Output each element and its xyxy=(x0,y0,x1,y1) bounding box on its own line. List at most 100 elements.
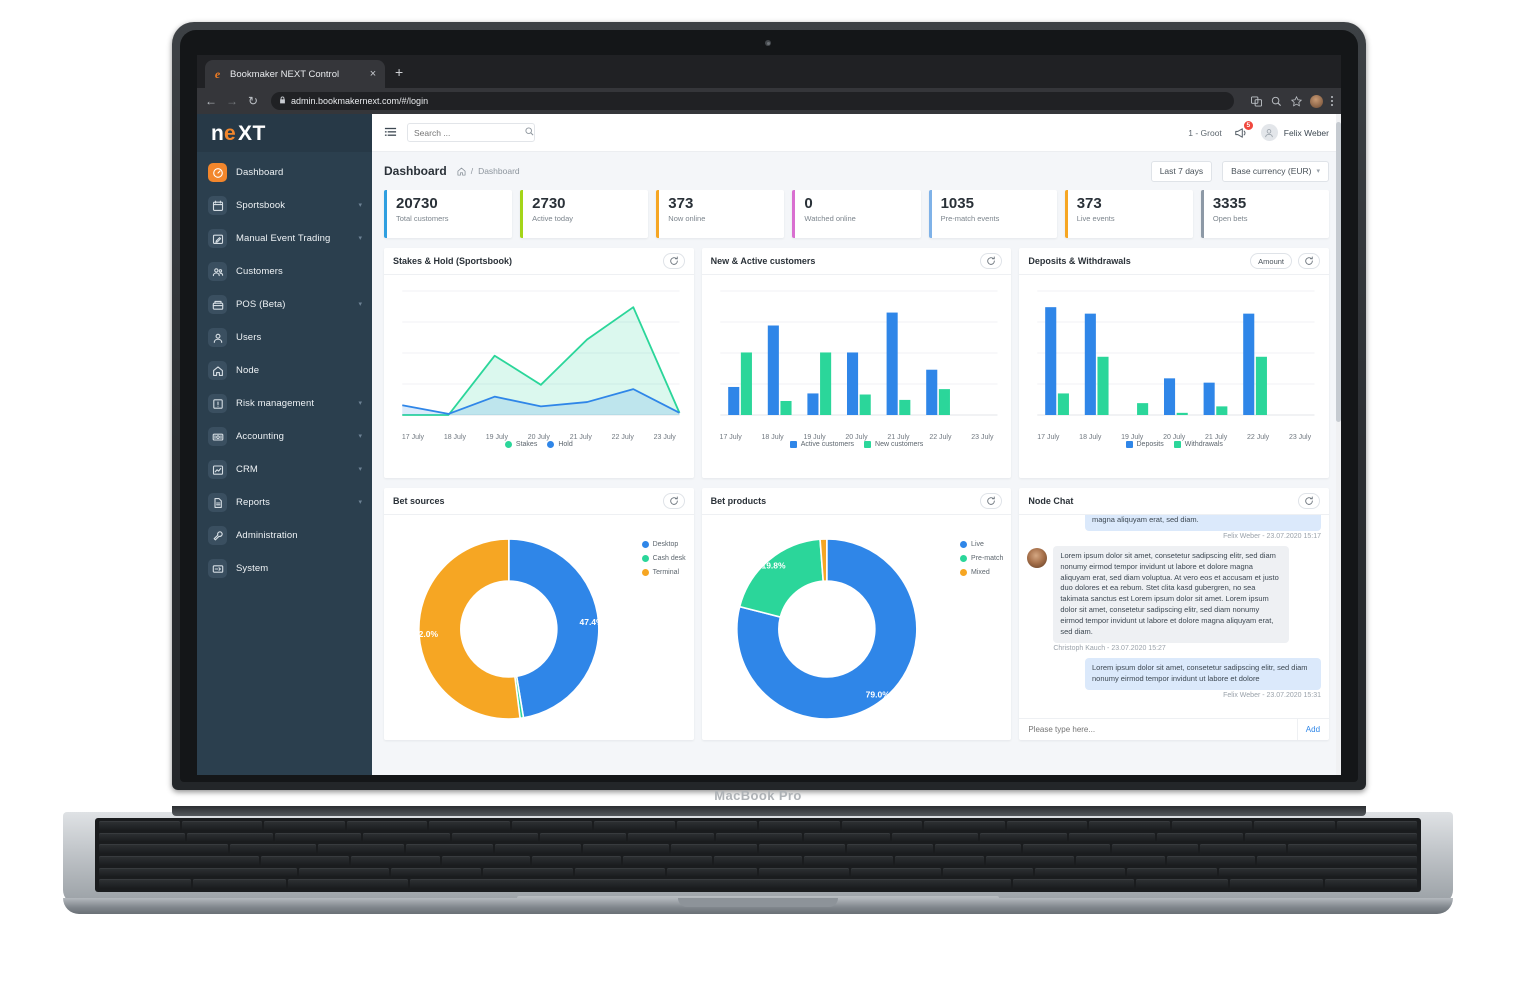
sidebar-item-manual-event-trading[interactable]: Manual Event Trading ▾ xyxy=(197,222,372,255)
browser-tab[interactable]: e Bookmaker NEXT Control × xyxy=(205,60,385,88)
legend-item[interactable]: Cash desk xyxy=(641,555,686,562)
bookmark-star-icon[interactable] xyxy=(1290,95,1302,107)
chat-input[interactable] xyxy=(1028,725,1291,734)
chevron-down-icon[interactable]: ▾ xyxy=(358,400,362,407)
x-axis-tick-label: 18 July xyxy=(443,434,467,441)
app-logo[interactable]: n e XT xyxy=(197,114,372,152)
sidebar-collapse-icon[interactable] xyxy=(384,126,397,139)
refresh-icon[interactable] xyxy=(1298,493,1321,509)
card-title: Node Chat xyxy=(1028,496,1074,506)
legend-item[interactable]: Stakes xyxy=(504,441,538,448)
browser-profile-avatar[interactable] xyxy=(1310,94,1323,108)
close-icon[interactable]: × xyxy=(367,68,379,80)
sidebar-item-sportsbook[interactable]: Sportsbook ▾ xyxy=(197,189,372,222)
back-icon[interactable]: ← xyxy=(205,95,217,107)
top-bar: 1 - Groot 5 Felix Weber xyxy=(372,114,1341,152)
sidebar-item-crm[interactable]: CRM ▾ xyxy=(197,453,372,486)
date-range-filter[interactable]: Last 7 days xyxy=(1150,160,1213,182)
group-selector[interactable]: 1 - Groot xyxy=(1188,128,1222,138)
chevron-down-icon[interactable]: ▾ xyxy=(358,235,362,242)
reload-icon[interactable]: ↻ xyxy=(247,95,259,107)
card-title: Bet products xyxy=(710,496,767,506)
keyboard-key xyxy=(429,821,510,831)
browser-window: e Bookmaker NEXT Control × + ← → ↻ admin… xyxy=(197,55,1341,775)
sliders-icon xyxy=(208,559,227,578)
sidebar-item-users[interactable]: Users xyxy=(197,321,372,354)
banknote-icon xyxy=(208,427,227,446)
refresh-icon[interactable] xyxy=(980,493,1003,509)
legend-item[interactable]: Active customers xyxy=(789,441,855,448)
x-axis-labels: 17 July 18 July 19 July 20 July 21 July 22 Ju… xyxy=(706,434,1008,441)
card-body: 47.4% 52.0% Desktop Cash desk Terminal xyxy=(384,515,694,740)
legend-item[interactable]: Desktop xyxy=(641,541,686,548)
chevron-down-icon[interactable]: ▾ xyxy=(358,466,362,473)
keyboard-row xyxy=(99,821,1417,831)
forward-icon[interactable]: → xyxy=(226,95,238,107)
legend-item[interactable]: Pre-match xyxy=(960,555,1003,562)
laptop-base-notch xyxy=(678,898,838,907)
browser-menu-icon[interactable] xyxy=(1331,95,1333,107)
currency-filter[interactable]: Base currency (EUR) ▾ xyxy=(1222,160,1329,182)
sidebar-item-accounting[interactable]: Accounting ▾ xyxy=(197,420,372,453)
search-input[interactable] xyxy=(414,127,525,138)
search-icon[interactable] xyxy=(1270,95,1282,107)
laptop-keyboard xyxy=(95,818,1421,892)
app-scrollbar-thumb[interactable] xyxy=(1336,122,1341,422)
notifications-button[interactable]: 5 xyxy=(1232,120,1254,142)
chevron-down-icon[interactable]: ▾ xyxy=(358,433,362,440)
chat-message-meta: Felix Weber - 23.07.2020 15:31 xyxy=(1223,691,1322,699)
sidebar-item-node[interactable]: Node xyxy=(197,354,372,387)
home-icon xyxy=(208,361,227,380)
chevron-down-icon[interactable]: ▾ xyxy=(358,499,362,506)
home-icon[interactable] xyxy=(457,167,466,176)
refresh-icon[interactable] xyxy=(662,253,685,269)
keyboard-key xyxy=(193,879,286,890)
keyboard-key xyxy=(351,856,440,866)
legend-item[interactable]: New customers xyxy=(864,441,923,448)
user-menu[interactable]: Felix Weber xyxy=(1260,124,1329,141)
legend-item[interactable]: Hold xyxy=(547,441,573,448)
keyboard-key xyxy=(894,856,984,866)
sidebar-item-dashboard[interactable]: Dashboard xyxy=(197,156,372,189)
chat-message: Lorem ipsum dolor sit amet, consetetur s… xyxy=(1027,545,1321,643)
legend-item[interactable]: Mixed xyxy=(960,569,1003,576)
card-header: Node Chat xyxy=(1019,488,1330,515)
search-box[interactable] xyxy=(407,123,535,142)
page-title: Dashboard xyxy=(384,164,447,178)
chart-legend: Active customers New customers xyxy=(706,441,1008,452)
legend-item[interactable]: Live xyxy=(960,541,1003,548)
notification-badge: 5 xyxy=(1242,120,1254,131)
card-bet-sources: Bet sources 47.4% 52.0% Desktop Cash desk… xyxy=(384,488,694,740)
keyboard-key xyxy=(494,844,581,855)
new-tab-button[interactable]: + xyxy=(395,65,403,79)
refresh-icon[interactable] xyxy=(1298,253,1321,269)
x-axis-tick-label: 20 July xyxy=(527,434,550,441)
refresh-icon[interactable] xyxy=(980,253,1003,269)
keyboard-key xyxy=(187,832,274,843)
sidebar-item-system[interactable]: System xyxy=(197,552,372,585)
charts-row-2: Bet sources 47.4% 52.0% Desktop Cash desk… xyxy=(384,488,1330,740)
sidebar-item-risk-management[interactable]: Risk management ▾ xyxy=(197,387,372,420)
sidebar-item-pos-beta[interactable]: POS (Beta) ▾ xyxy=(197,288,372,321)
legend-label: Active customers xyxy=(800,441,855,448)
legend-label: Stakes xyxy=(515,441,538,448)
chevron-down-icon[interactable]: ▾ xyxy=(358,301,362,308)
chat-add-button[interactable]: Add xyxy=(1296,719,1320,740)
translate-icon[interactable] xyxy=(1250,95,1262,107)
svg-text:n: n xyxy=(211,122,224,145)
sidebar-item-reports[interactable]: Reports ▾ xyxy=(197,486,372,519)
address-bar[interactable]: admin.bookmakernext.com/#/login xyxy=(271,92,1234,110)
kpi-label: Watched online xyxy=(804,213,856,223)
chevron-down-icon[interactable]: ▾ xyxy=(358,202,362,209)
legend-item[interactable]: Withdrawals xyxy=(1173,441,1223,448)
keyboard-row xyxy=(99,832,1418,843)
legend-item[interactable]: Terminal xyxy=(641,569,686,576)
deposits-withdrawals-bar-chart xyxy=(1037,290,1315,416)
sidebar-item-administration[interactable]: Administration xyxy=(197,519,372,552)
refresh-icon[interactable] xyxy=(662,493,685,509)
amount-toggle-button[interactable]: Amount xyxy=(1250,253,1293,269)
app-scrollbar-track[interactable] xyxy=(1336,114,1341,775)
chat-message-meta: Christoph Kauch - 23.07.2020 15:27 xyxy=(1053,644,1166,652)
sidebar-item-customers[interactable]: Customers xyxy=(197,255,372,288)
legend-item[interactable]: Deposits xyxy=(1125,441,1164,448)
